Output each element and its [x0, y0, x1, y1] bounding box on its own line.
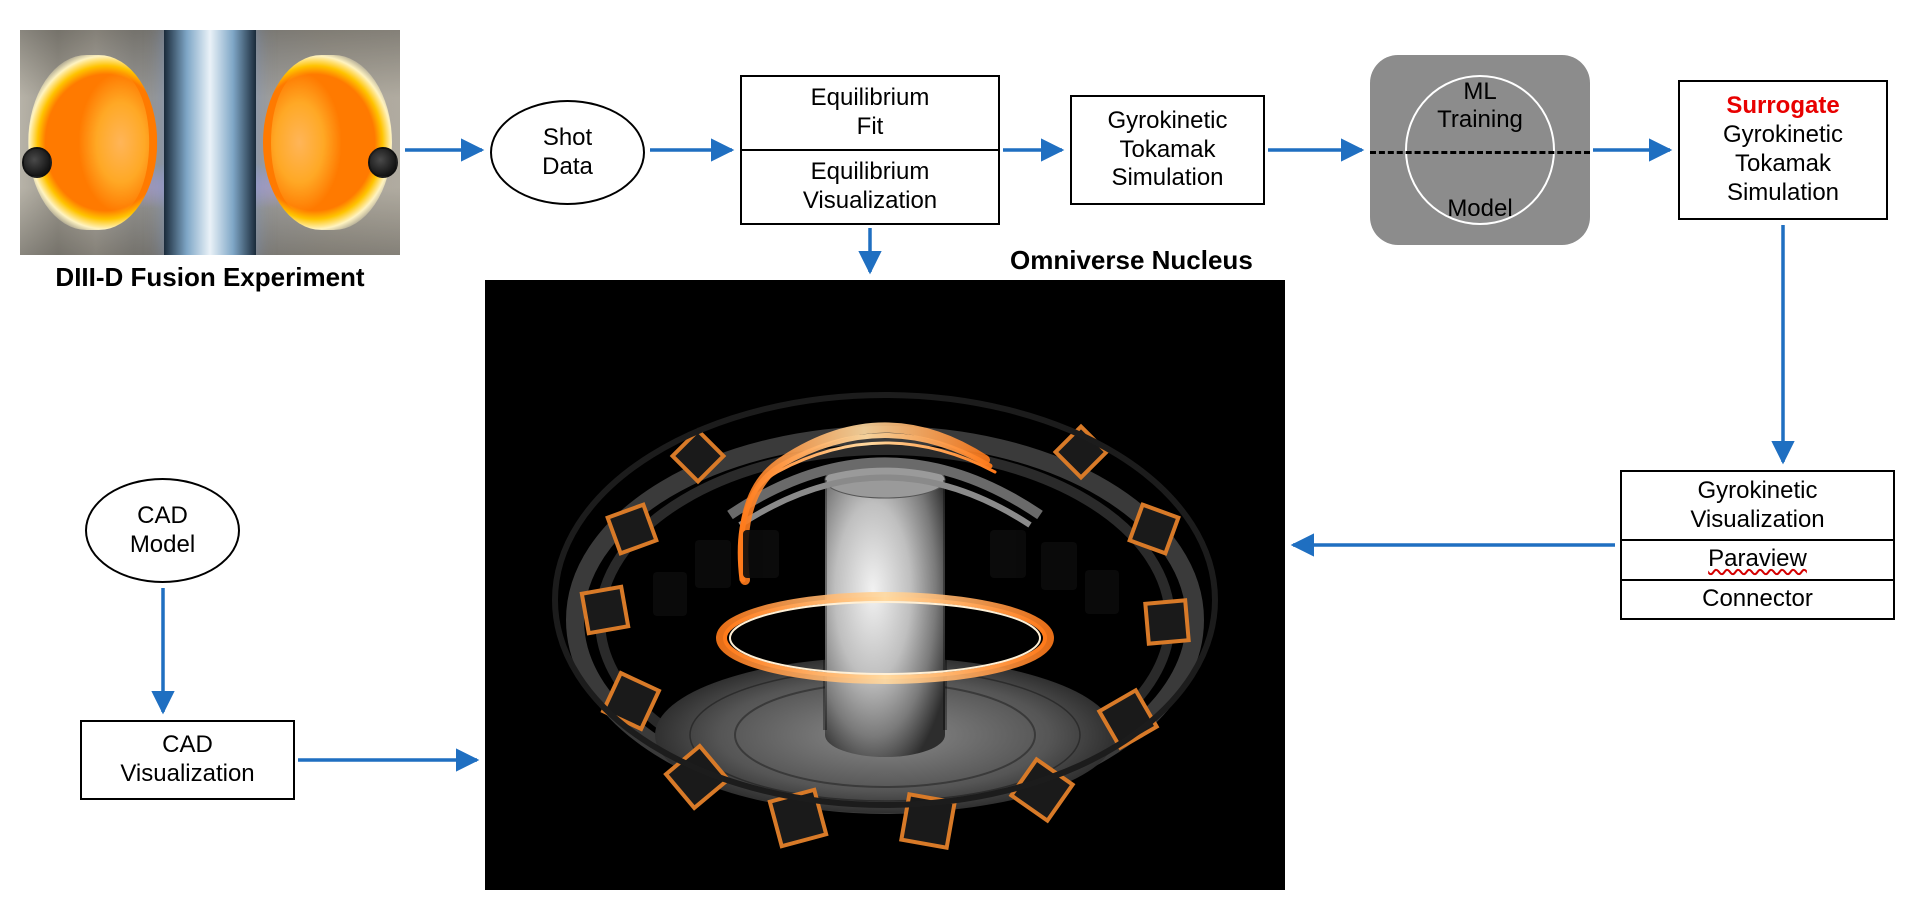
gyrokinetic-sim-node: Gyrokinetic Tokamak Simulation — [1070, 95, 1265, 205]
omniverse-title: Omniverse Nucleus — [1010, 245, 1253, 276]
ml-model-label: Model — [1447, 195, 1512, 222]
cad-model-node: CAD Model — [85, 478, 240, 583]
gyro-viz-connector: Connector — [1628, 585, 1887, 614]
gyro-visualization-node: Gyrokinetic Visualization Paraview Conne… — [1620, 470, 1895, 620]
gyro-viz-line2: Visualization — [1628, 506, 1887, 535]
shot-data-line2: Data — [500, 153, 635, 182]
gyro-sim-line3: Simulation — [1078, 164, 1257, 193]
surrogate-line3: Simulation — [1686, 179, 1880, 208]
ml-divider-dash — [1370, 151, 1590, 154]
ml-training-line1: ML — [1463, 78, 1496, 105]
surrogate-sim-node: Surrogate Gyrokinetic Tokamak Simulation — [1678, 80, 1888, 220]
surrogate-line2: Tokamak — [1686, 150, 1880, 179]
equilibrium-node: Equilibrium Fit Equilibrium Visualizatio… — [740, 75, 1000, 225]
gyro-viz-paraview: Paraview — [1628, 545, 1887, 574]
gyro-sim-line2: Tokamak — [1078, 136, 1257, 165]
gyro-sim-line1: Gyrokinetic — [1078, 107, 1257, 136]
omniverse-render-image — [485, 280, 1285, 890]
equilibrium-viz-line2: Visualization — [748, 187, 992, 216]
cad-model-line1: CAD — [95, 502, 230, 531]
cad-model-line2: Model — [95, 531, 230, 560]
gyro-viz-line1: Gyrokinetic — [1628, 477, 1887, 506]
equilibrium-fit-line2: Fit — [748, 113, 992, 142]
shot-data-node: Shot Data — [490, 100, 645, 205]
diii-d-experiment-image — [20, 30, 400, 255]
diii-d-caption: DIII-D Fusion Experiment — [20, 262, 400, 293]
cad-visualization-node: CAD Visualization — [80, 720, 295, 800]
surrogate-tag: Surrogate — [1686, 92, 1880, 121]
ml-training-node: ML Training Model — [1370, 55, 1590, 245]
cad-viz-line2: Visualization — [88, 760, 287, 789]
shot-data-line1: Shot — [500, 124, 635, 153]
surrogate-line1: Gyrokinetic — [1686, 121, 1880, 150]
cad-viz-line1: CAD — [88, 731, 287, 760]
ml-training-line2: Training — [1437, 106, 1523, 133]
equilibrium-viz-line1: Equilibrium — [748, 158, 992, 187]
equilibrium-fit-line1: Equilibrium — [748, 84, 992, 113]
